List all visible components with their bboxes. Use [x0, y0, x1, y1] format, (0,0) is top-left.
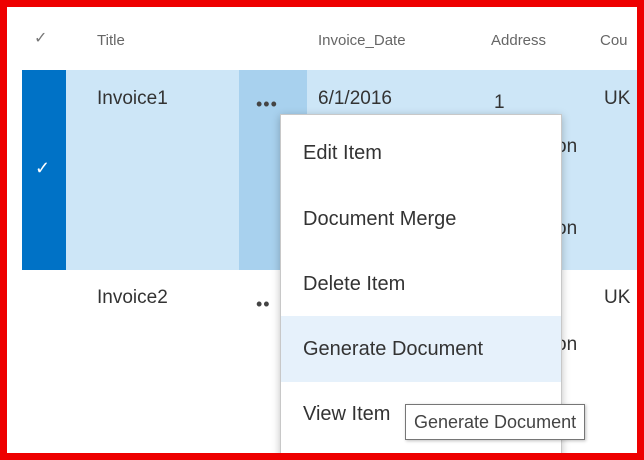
menu-item-edit-item[interactable]: Edit Item [281, 120, 561, 186]
column-header-title[interactable]: Title [97, 32, 125, 49]
tooltip: Generate Document [405, 404, 586, 440]
more-options-icon[interactable]: ••• [256, 94, 278, 115]
row-select-bar[interactable]: ✓ [22, 70, 66, 270]
select-all-check-icon[interactable]: ✓ [34, 28, 47, 48]
row-title[interactable]: Invoice1 [97, 88, 168, 110]
row-invoice-date: 6/1/2016 [318, 88, 392, 109]
row-country: UK [604, 88, 631, 109]
menu-item-document-merge[interactable]: Document Merge [281, 186, 561, 252]
column-header-invoice-date[interactable]: Invoice_Date [318, 32, 406, 49]
menu-item-generate-document[interactable]: Generate Document [281, 316, 561, 382]
row-country: UK [604, 287, 631, 308]
menu-item-delete-item[interactable]: Delete Item [281, 251, 561, 317]
row-check-icon: ✓ [35, 158, 51, 178]
row-title[interactable]: Invoice2 [97, 287, 168, 309]
column-header-country[interactable]: Cou [600, 32, 628, 49]
column-header-address[interactable]: Address [491, 32, 546, 49]
list-view: ✓ Title Invoice_Date Address Cou ✓ Invoi… [0, 0, 644, 460]
more-options-icon[interactable]: •• [256, 294, 271, 315]
row-address: 1 [494, 92, 505, 113]
